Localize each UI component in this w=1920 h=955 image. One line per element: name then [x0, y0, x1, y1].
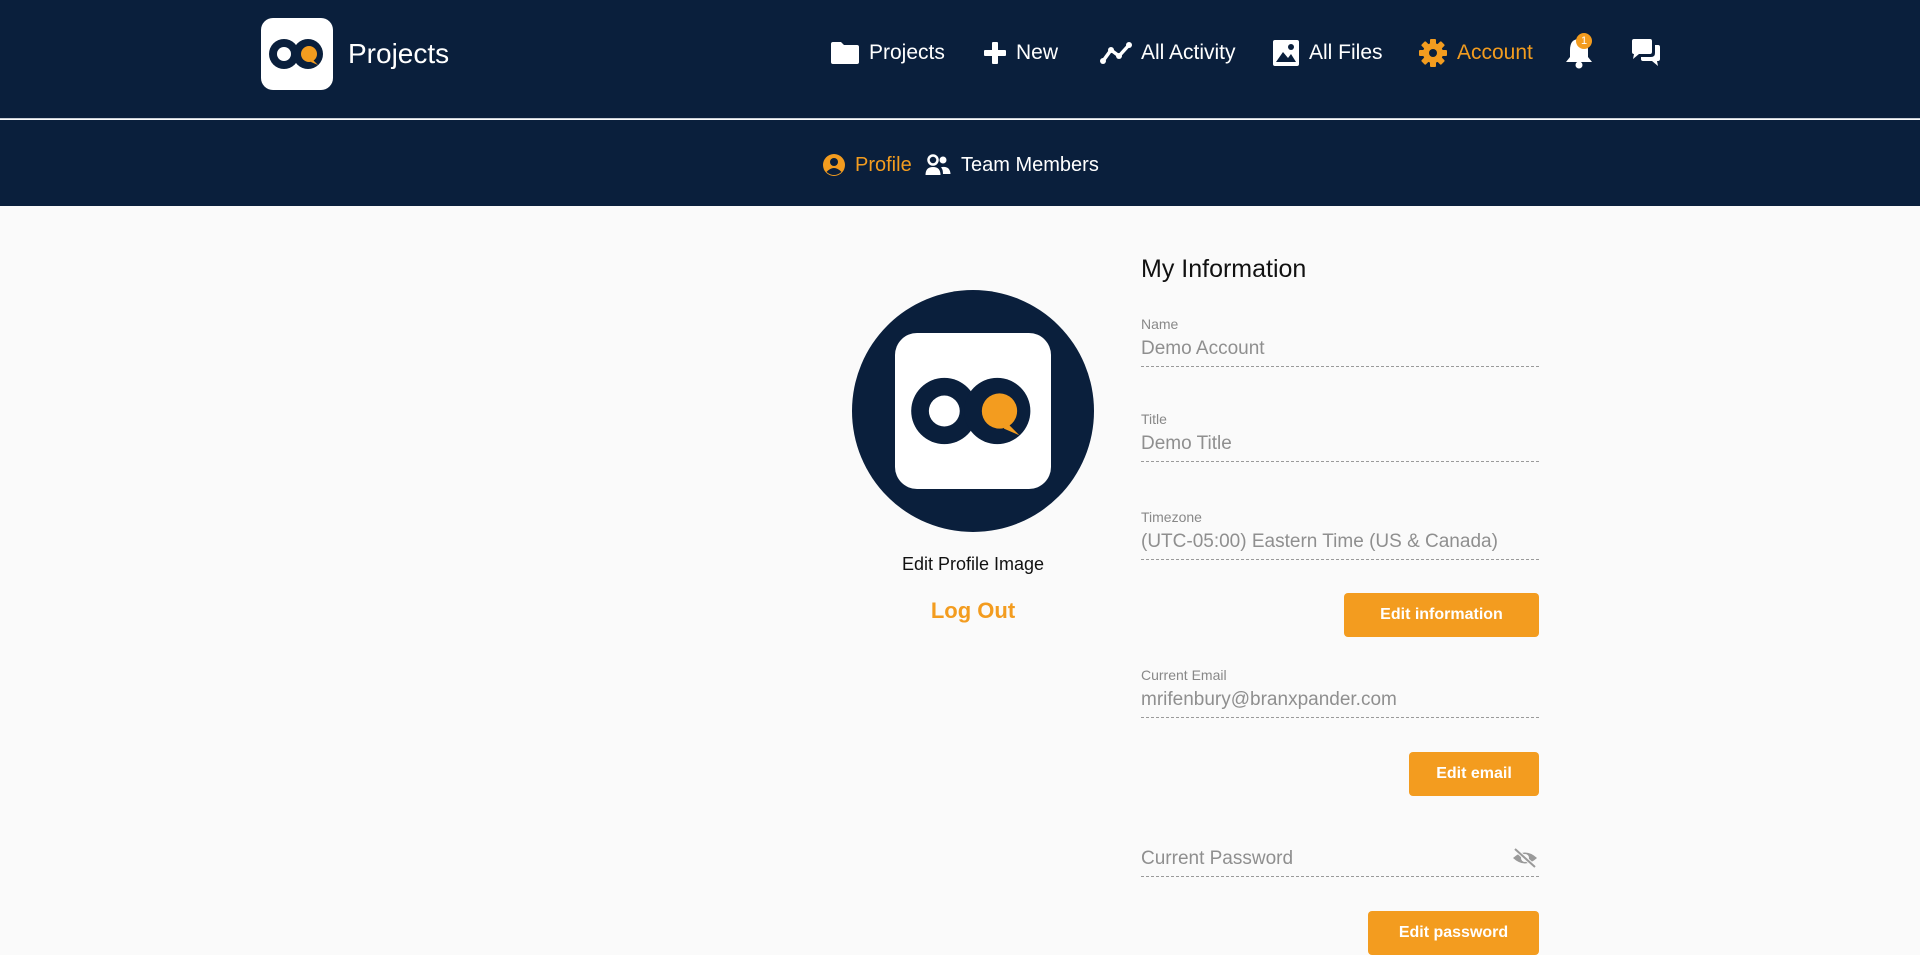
email-value: mrifenbury@branxpander.com — [1141, 685, 1539, 718]
name-field: Name Demo Account — [1141, 316, 1539, 367]
name-value: Demo Account — [1141, 334, 1539, 367]
nav-projects-label: Projects — [869, 41, 945, 64]
password-input[interactable]: Current Password — [1141, 844, 1539, 877]
tab-profile-label: Profile — [855, 153, 912, 176]
nav-projects[interactable]: Projects — [830, 36, 945, 70]
log-out-link[interactable]: Log Out — [852, 598, 1094, 624]
email-label: Current Email — [1141, 667, 1227, 683]
logo-icon — [269, 39, 323, 69]
nav-new[interactable]: New — [983, 36, 1058, 70]
notification-count-badge: 1 — [1576, 33, 1592, 49]
nav-account-label: Account — [1457, 41, 1533, 64]
tab-profile[interactable]: Profile — [822, 150, 912, 180]
edit-email-button[interactable]: Edit email — [1409, 752, 1539, 796]
app-title: Projects — [348, 38, 450, 69]
activity-icon — [1100, 42, 1132, 64]
messages-button[interactable] — [1630, 36, 1662, 70]
nav-all-files[interactable]: All Files — [1272, 36, 1383, 70]
app-logo[interactable] — [261, 18, 333, 90]
eye-slash-icon[interactable] — [1511, 847, 1539, 869]
image-icon — [1273, 40, 1299, 66]
nav-new-label: New — [1016, 41, 1059, 64]
profile-avatar[interactable] — [852, 290, 1094, 532]
timezone-value: (UTC-05:00) Eastern Time (US & Canada) — [1141, 527, 1539, 560]
folder-icon — [831, 42, 859, 64]
nav-all-files-label: All Files — [1309, 41, 1383, 64]
users-icon — [925, 154, 951, 175]
section-title: My Information — [1141, 255, 1307, 283]
timezone-field: Timezone (UTC-05:00) Eastern Time (US & … — [1141, 509, 1539, 560]
title-label: Title — [1141, 411, 1167, 427]
tab-team-members[interactable]: Team Members — [924, 150, 1099, 180]
title-value: Demo Title — [1141, 429, 1539, 462]
tab-team-members-label: Team Members — [961, 153, 1099, 176]
user-circle-icon — [823, 154, 845, 176]
nav-all-activity-label: All Activity — [1141, 41, 1236, 64]
edit-password-button[interactable]: Edit password — [1368, 911, 1539, 955]
timezone-label: Timezone — [1141, 509, 1202, 525]
email-field: Current Email mrifenbury@branxpander.com — [1141, 667, 1539, 718]
password-field[interactable]: Current Password — [1141, 826, 1539, 877]
nav-all-activity[interactable]: All Activity — [1100, 36, 1236, 70]
title-field: Title Demo Title — [1141, 411, 1539, 462]
name-label: Name — [1141, 316, 1179, 332]
avatar-logo-icon — [911, 377, 1031, 445]
plus-icon — [984, 42, 1006, 64]
edit-profile-image-link[interactable]: Edit Profile Image — [852, 554, 1094, 575]
avatar-logo-tile — [895, 333, 1051, 489]
nav-account[interactable]: Account — [1418, 36, 1533, 70]
chat-icon — [1632, 39, 1660, 66]
edit-information-button[interactable]: Edit information — [1344, 593, 1539, 637]
gear-icon — [1419, 39, 1447, 67]
